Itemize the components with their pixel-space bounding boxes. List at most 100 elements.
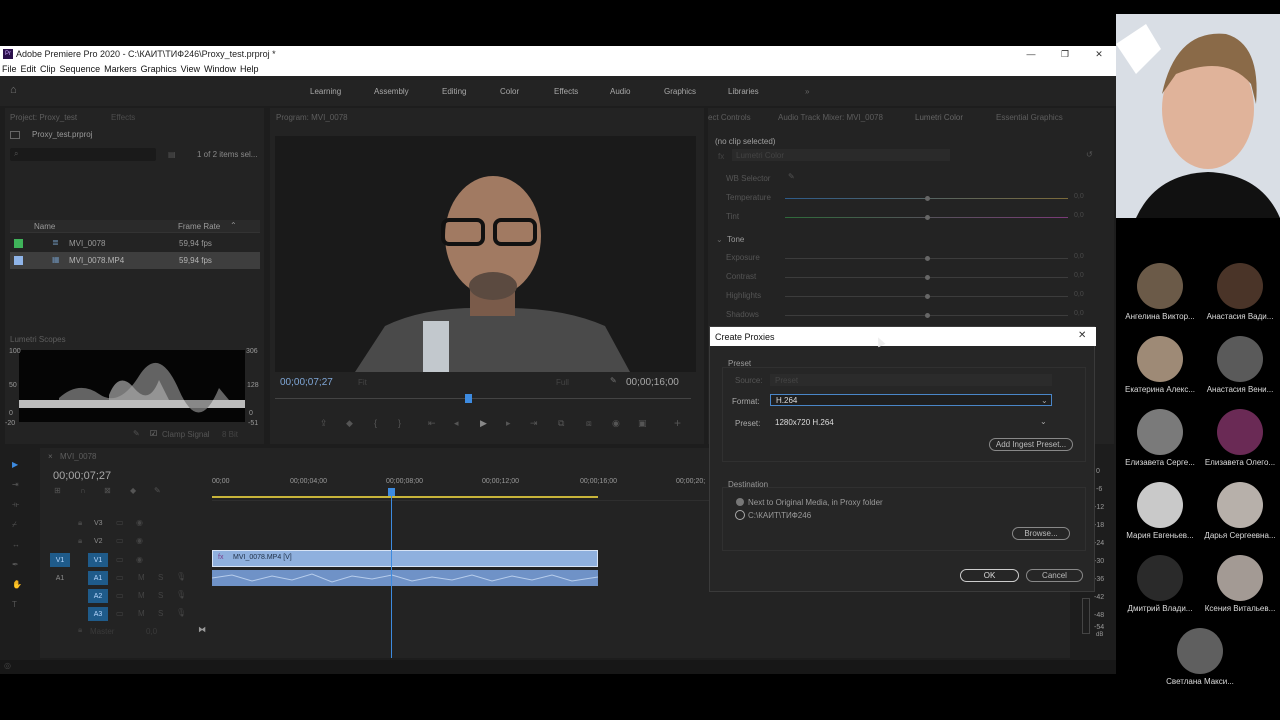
export-frame-icon[interactable]: ⇪	[320, 418, 328, 429]
participant-tile[interactable]: Ангелина Виктор...	[1119, 263, 1201, 333]
linked-selection-icon[interactable]: ⊠	[104, 486, 111, 495]
menu-view[interactable]: View	[181, 64, 200, 74]
sync-lock-icon[interactable]: ▭	[116, 609, 124, 618]
menu-file[interactable]: File	[2, 64, 17, 74]
sync-lock-icon[interactable]: ▭	[116, 573, 124, 582]
project-item[interactable]: ≣ MVI_0078 59,94 fps	[10, 235, 260, 252]
ok-button[interactable]: OK	[960, 569, 1019, 582]
browse-button[interactable]: Browse...	[1012, 527, 1070, 540]
add-ingest-preset-button[interactable]: Add Ingest Preset...	[989, 438, 1073, 451]
menu-help[interactable]: Help	[240, 64, 259, 74]
participant-tile[interactable]: Екатерина Алекс...	[1119, 336, 1201, 406]
master-volume[interactable]: 0,0	[146, 627, 157, 636]
eye-icon[interactable]: ◉	[136, 555, 143, 564]
timeline-settings-icon[interactable]: ✎	[154, 486, 161, 495]
format-dropdown[interactable]: H.264 ⌄	[770, 394, 1052, 406]
workspace-learning[interactable]: Learning	[310, 87, 341, 96]
add-marker-icon[interactable]: ◆	[130, 486, 136, 495]
tab-lumetri-scopes[interactable]: Lumetri Scopes	[10, 335, 66, 344]
workspace-editing[interactable]: Editing	[442, 87, 466, 96]
solo-icon[interactable]: S	[158, 573, 163, 582]
type-tool-icon[interactable]: T	[12, 600, 17, 609]
selection-tool-icon[interactable]: ▶	[12, 460, 18, 469]
menu-graphics[interactable]: Graphics	[141, 64, 177, 74]
participant-tile[interactable]: Елизавета Олего...	[1199, 409, 1280, 479]
camera-icon[interactable]: ◉	[612, 418, 620, 429]
sort-up-icon[interactable]: ⌃	[230, 221, 237, 230]
menu-edit[interactable]: Edit	[21, 64, 37, 74]
radio-original-media[interactable]	[736, 498, 744, 506]
tint-value[interactable]: 0,0	[1074, 212, 1084, 219]
marker-icon[interactable]: ◆	[346, 418, 353, 429]
project-item-selected[interactable]: ▦ MVI_0078.MP4 59,94 fps	[10, 252, 260, 269]
clamp-checkbox[interactable]: ☑	[150, 429, 157, 438]
participant-tile[interactable]: Мария Евгеньев...	[1119, 482, 1201, 552]
extract-icon[interactable]: ⧈	[586, 418, 592, 429]
add-button-icon[interactable]: +	[674, 416, 681, 430]
track-v2-label[interactable]: V2	[94, 538, 103, 545]
mute-icon[interactable]: M	[138, 591, 145, 600]
step-forward-icon[interactable]: ▸	[506, 418, 511, 429]
home-icon[interactable]: ⌂	[10, 84, 17, 96]
mic-icon[interactable]: 🎙︎	[176, 572, 186, 581]
track-v3-label[interactable]: V3	[94, 520, 103, 527]
eyedropper-icon[interactable]: ✎	[788, 172, 795, 181]
temperature-slider[interactable]	[785, 196, 1068, 201]
mic-icon[interactable]: 🎙︎	[176, 590, 186, 599]
menu-sequence[interactable]: Sequence	[60, 64, 101, 74]
workspace-audio[interactable]: Audio	[610, 87, 630, 96]
tab-effect-controls[interactable]: ect Controls	[708, 113, 751, 122]
workspace-overflow-icon[interactable]: »	[805, 87, 809, 96]
timeline-timecode[interactable]: 00;00;07;27	[53, 470, 111, 482]
tab-audio-mixer[interactable]: Audio Track Mixer: MVI_0078	[778, 113, 883, 122]
mic-icon[interactable]: 🎙︎	[176, 608, 186, 617]
tab-program[interactable]: Program: MVI_0078	[276, 113, 348, 122]
participant-tile[interactable]: Анастасия Вади...	[1199, 263, 1280, 333]
shadows-value[interactable]: 0,0	[1074, 310, 1084, 317]
exposure-value[interactable]: 0,0	[1074, 253, 1084, 260]
highlights-value[interactable]: 0,0	[1074, 291, 1084, 298]
sync-lock-icon[interactable]: ▭	[116, 555, 124, 564]
program-timecode[interactable]: 00;00;07;27	[280, 377, 333, 388]
close-button[interactable]: ✕	[1082, 46, 1116, 62]
participant-tile[interactable]: Дмитрий Влади...	[1119, 555, 1201, 625]
lift-icon[interactable]: ⧉	[558, 418, 564, 429]
cancel-button[interactable]: Cancel	[1026, 569, 1083, 582]
exposure-slider[interactable]	[785, 256, 1068, 261]
timeline-playhead[interactable]	[388, 488, 395, 658]
pen-tool-icon[interactable]: ✒	[12, 560, 19, 569]
quality-dropdown[interactable]: Full	[556, 378, 569, 387]
participant-tile[interactable]: Светлана Макси...	[1159, 628, 1241, 698]
razor-tool-icon[interactable]: ⌿	[12, 520, 17, 530]
column-name[interactable]: Name	[34, 222, 55, 231]
track-a2-label[interactable]: A2	[88, 589, 108, 603]
slip-tool-icon[interactable]: ↔	[12, 540, 20, 549]
work-area-bar[interactable]	[212, 496, 598, 498]
audio-clip[interactable]	[212, 570, 598, 586]
lock-track-icon[interactable]: 🔒︎	[78, 625, 82, 635]
fit-dropdown[interactable]: Fit	[358, 378, 367, 387]
menu-clip[interactable]: Clip	[40, 64, 56, 74]
hand-tool-icon[interactable]: ✋	[12, 580, 22, 589]
solo-icon[interactable]: S	[158, 591, 163, 600]
program-scrubber[interactable]	[275, 394, 691, 403]
mute-icon[interactable]: M	[138, 573, 145, 582]
play-icon[interactable]: ▶	[480, 418, 487, 429]
go-to-out-icon[interactable]: ⇥	[530, 418, 538, 429]
track-a3-label[interactable]: A3	[88, 607, 108, 621]
participant-tile[interactable]: Ксения Витальев...	[1199, 555, 1280, 625]
track-v1-label[interactable]: V1	[88, 553, 108, 567]
participant-tile[interactable]: Елизавета Серге...	[1119, 409, 1201, 479]
menu-window[interactable]: Window	[204, 64, 236, 74]
dialog-close-icon[interactable]: ✕	[1078, 330, 1086, 341]
project-search-input[interactable]: ⌕	[10, 148, 156, 161]
menu-markers[interactable]: Markers	[104, 64, 137, 74]
lock-track-icon[interactable]: 🔒︎	[78, 536, 82, 546]
temperature-value[interactable]: 0,0	[1074, 193, 1084, 200]
contrast-slider[interactable]	[785, 275, 1068, 280]
video-clip[interactable]: fx MVI_0078.MP4 [V]	[212, 550, 598, 567]
workspace-effects[interactable]: Effects	[554, 87, 578, 96]
tab-lumetri-color[interactable]: Lumetri Color	[915, 113, 963, 122]
preset-dropdown[interactable]: 1280x720 H.264 ⌄	[770, 416, 1052, 428]
eye-icon[interactable]: ◉	[136, 518, 143, 527]
